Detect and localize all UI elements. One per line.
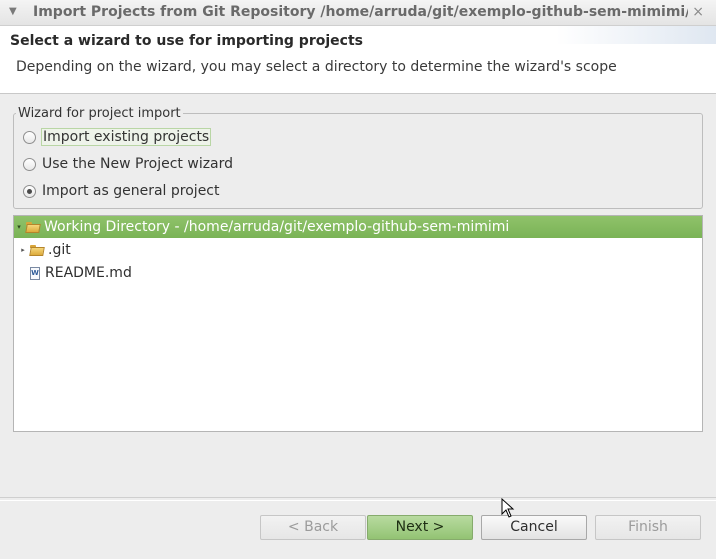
radio-import-existing[interactable]: Import existing projects <box>23 126 212 148</box>
group-legend: Wizard for project import <box>16 106 183 121</box>
collapse-arrow-icon[interactable]: ▾ <box>14 223 24 231</box>
directory-tree[interactable]: ▾ Working Directory - /home/arruda/git/e… <box>13 215 703 432</box>
folder-icon <box>30 244 44 256</box>
close-icon[interactable]: × <box>692 4 704 20</box>
radio-button[interactable] <box>23 157 36 171</box>
wizard-group: Wizard for project import Import existin… <box>13 106 703 209</box>
file-icon: W <box>30 266 40 280</box>
mouse-cursor-icon <box>501 498 515 518</box>
page-title: Select a wizard to use for importing pro… <box>10 33 363 49</box>
banner-decoration <box>556 26 716 44</box>
next-button[interactable]: Next > <box>367 515 473 540</box>
cancel-button[interactable]: Cancel <box>481 515 587 540</box>
radio-label[interactable]: Use the New Project wizard <box>42 156 233 172</box>
radio-label[interactable]: Import existing projects <box>40 128 212 146</box>
wizard-header: Select a wizard to use for importing pro… <box>0 26 716 94</box>
window-menu-icon[interactable]: ▼ <box>9 6 17 17</box>
finish-button[interactable]: Finish <box>595 515 701 540</box>
tree-row-readme[interactable]: W README.md <box>14 262 706 284</box>
radio-label[interactable]: Import as general project <box>42 183 220 199</box>
tree-row-working-directory[interactable]: ▾ Working Directory - /home/arruda/git/e… <box>14 216 702 238</box>
radio-general-project[interactable]: Import as general project <box>23 180 220 202</box>
radio-new-project-wizard[interactable]: Use the New Project wizard <box>23 153 233 175</box>
folder-open-icon <box>26 221 40 233</box>
back-button[interactable]: < Back <box>260 515 366 540</box>
tree-item-label: .git <box>48 242 71 258</box>
tree-item-label: Working Directory - /home/arruda/git/exe… <box>44 219 510 235</box>
window-title: Import Projects from Git Repository /hom… <box>33 4 688 20</box>
radio-button[interactable] <box>23 130 36 144</box>
radio-button-checked[interactable] <box>23 184 36 198</box>
expand-arrow-icon[interactable]: ▸ <box>18 246 28 254</box>
title-bar: ▼ Import Projects from Git Repository /h… <box>0 0 716 26</box>
page-description: Depending on the wizard, you may select … <box>16 59 617 75</box>
tree-row-git[interactable]: ▸ .git <box>14 239 706 261</box>
button-bar-separator <box>0 497 716 501</box>
tree-item-label: README.md <box>45 265 132 281</box>
